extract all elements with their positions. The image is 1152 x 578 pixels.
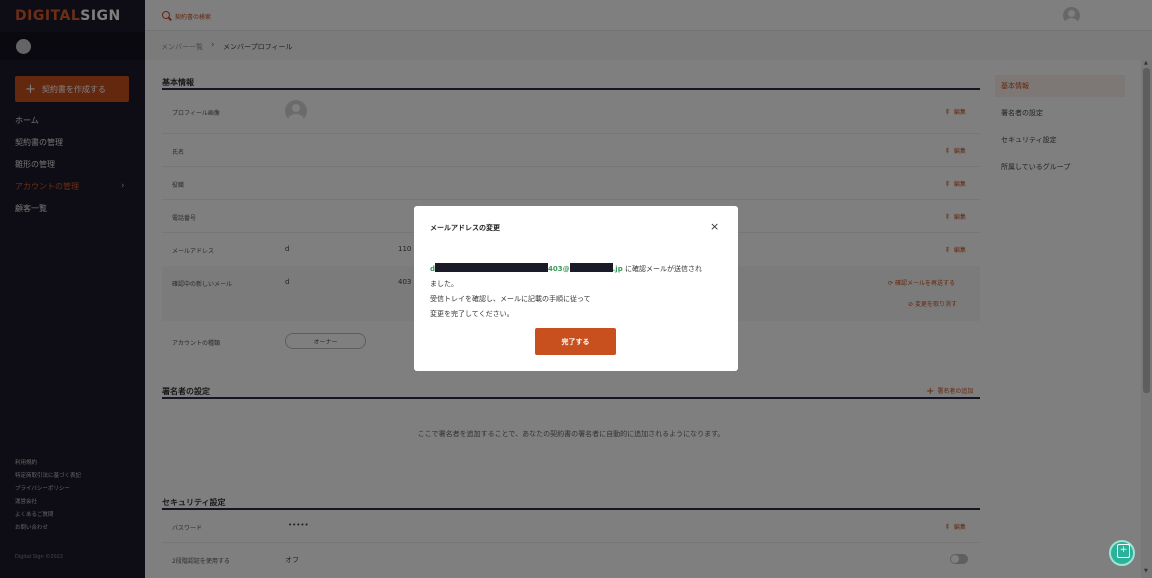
message-line1-tail: に確認メールが送信され [622, 265, 702, 273]
close-icon[interactable]: × [710, 220, 719, 233]
modal-line-1: d 403@ .jp に確認メールが送信され [430, 262, 725, 277]
done-button[interactable]: 完了する [535, 328, 616, 355]
modal-line-4: 変更を完了してください。 [430, 310, 514, 318]
modal-message: d 403@ .jp に確認メールが送信され ました。 受信トレイを確認し、メールに… [430, 262, 725, 322]
email-mid: 403@ [548, 265, 570, 273]
new-email: d 403@ .jp [430, 263, 623, 273]
chat-icon[interactable] [1109, 540, 1135, 566]
modal-title: メールアドレスの変更 [430, 224, 500, 232]
email-change-modal: メールアドレスの変更 × d 403@ .jp に確認メールが送信され ました。 受… [414, 206, 738, 371]
modal-line-3: 受信トレイを確認し、メールに記載の手順に従って [430, 295, 591, 303]
redacted-block [435, 263, 549, 272]
redacted-block [569, 263, 613, 272]
email-suffix: .jp [612, 265, 623, 273]
modal-line-2: ました。 [430, 280, 458, 288]
